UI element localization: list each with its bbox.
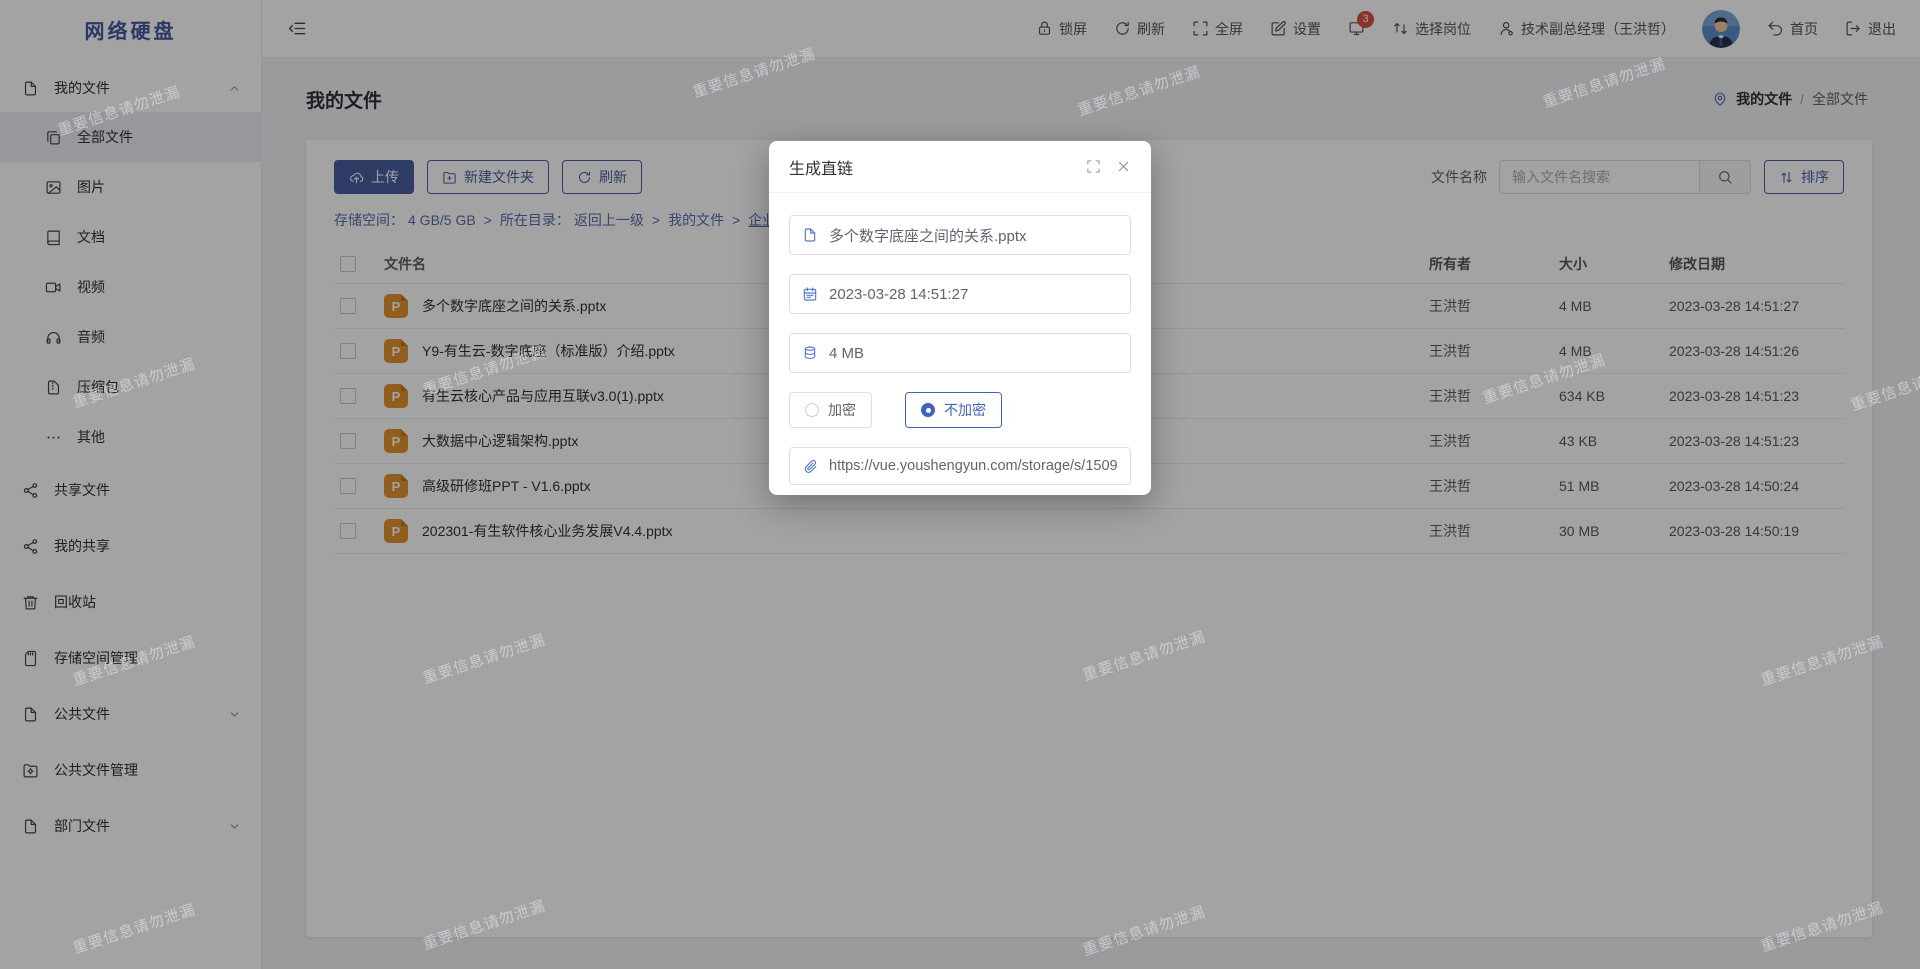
modal-field-value: 4 MB <box>829 345 864 362</box>
generate-link-modal: 生成直链 多个数字底座之间的关系.pptx 2023-03-28 14:51:2… <box>769 141 1151 495</box>
app-window: 网络硬盘 我的文件 全部文件 图片 <box>0 0 1920 969</box>
modal-info-field: 4 MB <box>789 333 1131 373</box>
encrypt-radio-option[interactable]: 不加密 <box>905 392 1002 428</box>
radio-label: 加密 <box>828 400 856 420</box>
modal-field-value: 多个数字底座之间的关系.pptx <box>829 225 1027 246</box>
database-icon <box>802 345 818 361</box>
modal-title: 生成直链 <box>789 155 853 179</box>
calendar-icon <box>802 286 818 302</box>
link-icon <box>802 458 818 474</box>
modal-body: 多个数字底座之间的关系.pptx 2023-03-28 14:51:27 4 M… <box>769 193 1151 485</box>
modal-maximize-icon[interactable] <box>1086 159 1101 174</box>
radio-icon <box>921 403 935 417</box>
modal-field-value: 2023-03-28 14:51:27 <box>829 286 968 303</box>
modal-info-field: 多个数字底座之间的关系.pptx <box>789 215 1131 255</box>
encrypt-options: 加密 不加密 <box>789 392 1131 428</box>
modal-close-icon[interactable] <box>1116 159 1131 174</box>
modal-info-field: 2023-03-28 14:51:27 <box>789 274 1131 314</box>
file-icon <box>802 227 818 243</box>
radio-icon <box>805 403 819 417</box>
encrypt-radio-option[interactable]: 加密 <box>789 392 872 428</box>
direct-link-field[interactable]: https://vue.youshengyun.com/storage/s/15… <box>789 447 1131 485</box>
radio-label: 不加密 <box>944 400 986 420</box>
direct-link-value: https://vue.youshengyun.com/storage/s/15… <box>829 458 1118 474</box>
modal-header: 生成直链 <box>769 141 1151 193</box>
